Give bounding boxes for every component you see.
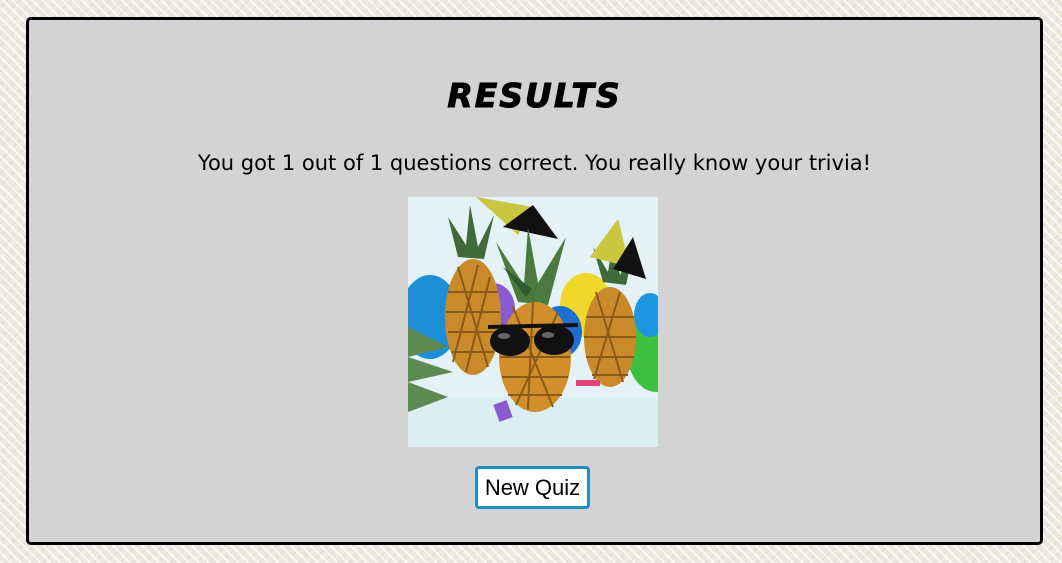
- party-pineapples-illustration: [408, 197, 658, 447]
- new-quiz-button[interactable]: New Quiz: [475, 466, 590, 509]
- party-pineapples-image: [408, 197, 658, 447]
- pink-party-favor: [576, 380, 600, 386]
- results-message: You got 1 out of 1 questions correct. Yo…: [197, 151, 872, 175]
- results-panel: Results You got 1 out of 1 questions cor…: [26, 17, 1043, 545]
- results-title: Results: [447, 76, 622, 116]
- page-background: { "results": { "title": "Results", "mess…: [0, 0, 1062, 563]
